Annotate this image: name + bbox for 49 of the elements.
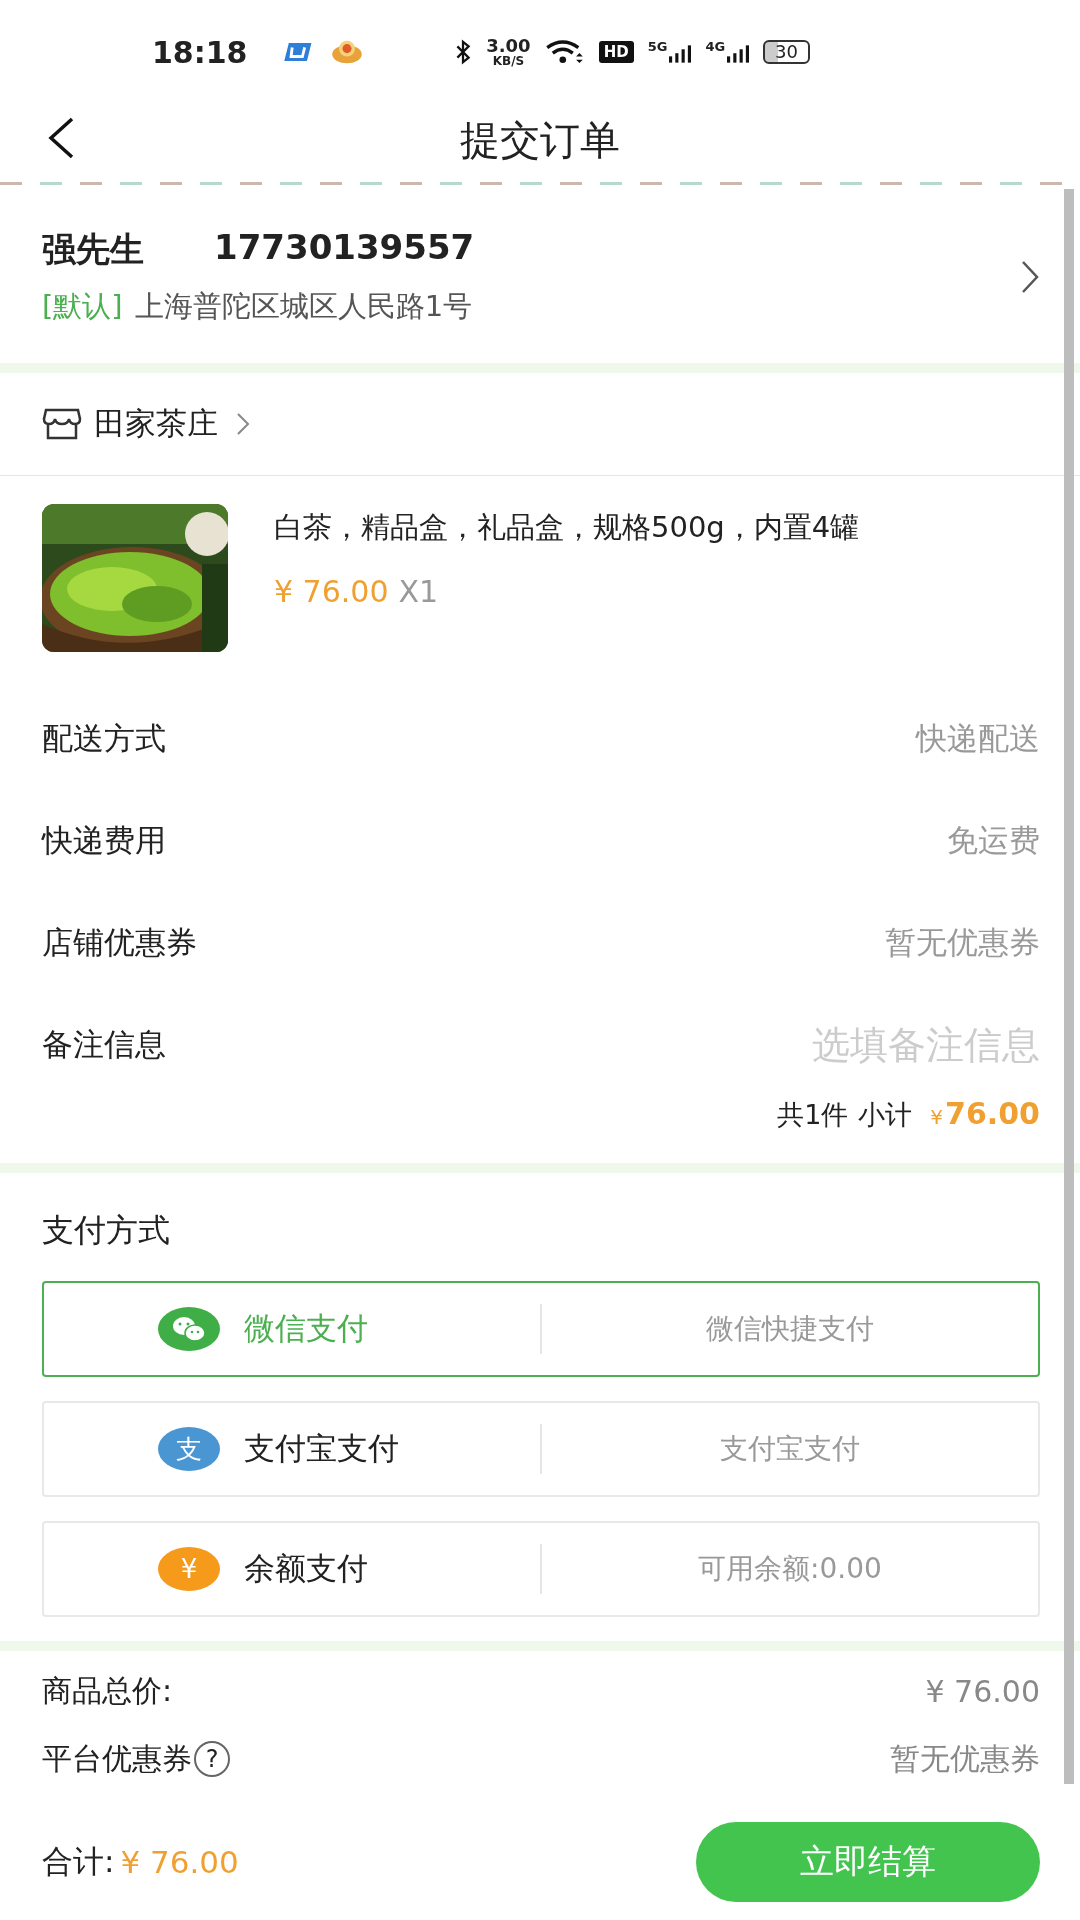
product-price: ¥ 76.00	[274, 574, 389, 609]
row-value: 快递配送	[916, 719, 1040, 758]
signal-icon	[727, 43, 750, 65]
address-card[interactable]: 强先生 17730139557 [默认] 上海普陀区城区人民路1号	[0, 189, 1080, 363]
summary-value: ¥ 76.00	[925, 1673, 1040, 1709]
wifi-icon	[544, 38, 585, 66]
section-title: 支付方式	[41, 1210, 171, 1251]
network-type: 5G	[647, 39, 668, 54]
payment-option[interactable]: ¥ 余额支付 可用余额:0.00	[42, 1521, 1040, 1617]
row-value: 免运费	[947, 821, 1040, 860]
back-icon[interactable]	[46, 116, 76, 160]
item-count: 共1件	[777, 1098, 849, 1132]
address-text: 上海普陀区城区人民路1号	[134, 288, 473, 325]
recipient-name: 强先生	[42, 228, 144, 271]
row-label: 备注信息	[42, 1025, 166, 1064]
row-value: 暂无优惠券	[885, 923, 1040, 962]
app-icon	[329, 38, 364, 66]
summary-label: 平台优惠券	[42, 1739, 192, 1778]
total-label: 合计:	[42, 1842, 115, 1881]
subtotal-label: 小计	[858, 1098, 913, 1132]
row-label: 配送方式	[42, 719, 166, 758]
help-icon[interactable]: ?	[194, 1741, 230, 1777]
signal-icon	[669, 43, 692, 65]
network-speed: 3.00	[486, 37, 531, 55]
page-title: 提交订单	[460, 115, 620, 165]
hd-badge: HD	[598, 41, 634, 63]
row-label: 店铺优惠券	[42, 923, 197, 962]
battery-indicator: 30	[763, 40, 810, 64]
network-speed-unit: KB/S	[492, 55, 525, 67]
status-time: 18:18	[152, 34, 248, 70]
default-tag: [默认]	[42, 287, 123, 327]
chevron-right-icon	[236, 412, 250, 436]
store-icon	[42, 407, 82, 441]
subtotal-amount: 76.00	[945, 1096, 1040, 1131]
total-amount: ¥ 76.00	[120, 1844, 239, 1880]
bluetooth-icon	[454, 38, 473, 66]
shop-name[interactable]: 田家茶庄	[94, 403, 218, 445]
summary-value: 暂无优惠券	[890, 1739, 1040, 1778]
payment-option[interactable]: 支 支付宝支付 支付宝支付	[42, 1401, 1040, 1497]
payment-icon: 支	[158, 1427, 220, 1471]
product-title: 白茶，精品盒，礼品盒，规格500g，内置4罐	[274, 509, 860, 546]
row-label: 快递费用	[42, 821, 166, 860]
product-quantity: X1	[398, 574, 439, 609]
summary-label: 商品总价:	[42, 1671, 173, 1710]
network-type: 4G	[705, 39, 726, 54]
payment-icon: ¥	[158, 1547, 220, 1591]
recipient-phone: 17730139557	[214, 227, 475, 269]
chevron-right-icon	[1020, 259, 1040, 295]
currency-symbol: ¥	[930, 1105, 944, 1129]
